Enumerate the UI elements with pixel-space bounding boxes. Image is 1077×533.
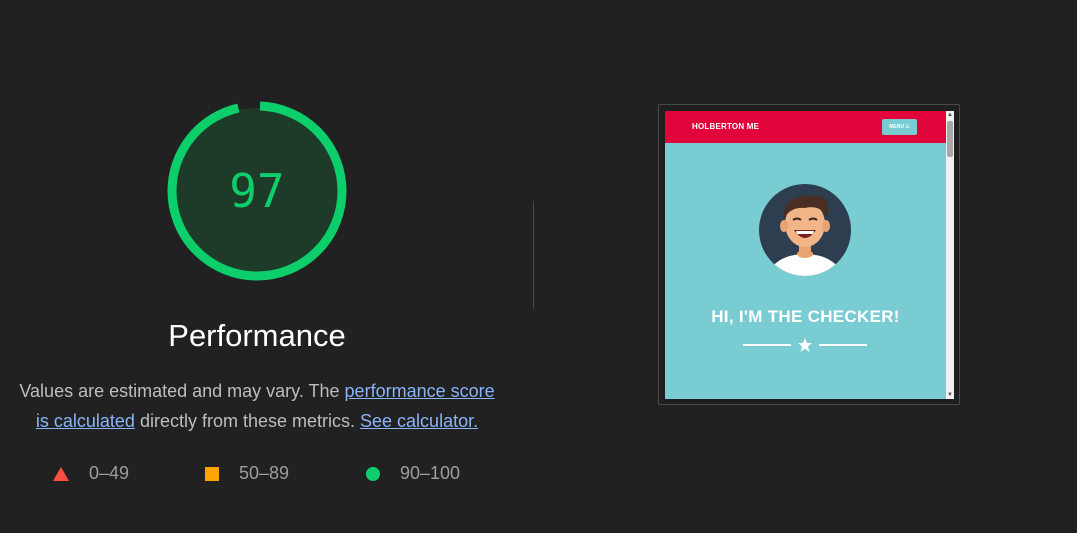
legend-item-pass: 90–100	[366, 463, 460, 484]
description-text-1: Values are estimated and may vary. The	[19, 381, 345, 401]
score-legend: 0–49 50–89 90–100	[0, 463, 520, 485]
see-calculator-link[interactable]: See calculator.	[360, 411, 478, 431]
score-description: Values are estimated and may vary. The p…	[14, 376, 500, 436]
scroll-thumb[interactable]	[947, 121, 953, 157]
scroll-up-icon[interactable]: ▲	[946, 111, 954, 119]
star-icon	[798, 338, 812, 352]
vertical-divider	[533, 201, 534, 309]
legend-range-fail: 0–49	[89, 463, 130, 483]
site-navbar: HOLBERTON ME MENU ☰	[665, 111, 946, 143]
performance-score: 97	[229, 164, 285, 218]
divider-line-right	[819, 344, 867, 346]
site-brand: HOLBERTON ME	[692, 122, 760, 131]
square-icon	[205, 466, 219, 481]
legend-item-average: 50–89	[205, 463, 289, 484]
legend-range-average: 50–89	[239, 463, 290, 483]
scrollbar[interactable]: ▲ ▼	[946, 111, 954, 399]
triangle-icon	[53, 466, 69, 481]
hero-title: HI, I'M THE CHECKER!	[711, 307, 900, 326]
legend-range-pass: 90–100	[400, 463, 461, 483]
description-text-2: directly from these metrics.	[134, 411, 361, 431]
menu-button: MENU ☰	[882, 119, 917, 135]
avatar-illustration	[759, 184, 851, 276]
hero-divider	[743, 337, 867, 353]
legend-item-fail: 0–49	[53, 463, 129, 484]
final-screenshot[interactable]: HOLBERTON ME MENU ☰ HI, I'M THE CHECKER!…	[658, 104, 960, 405]
scroll-down-icon[interactable]: ▼	[946, 391, 954, 399]
category-title: Performance	[168, 318, 346, 353]
divider-line-left	[743, 344, 791, 346]
screenshot-viewport: HOLBERTON ME MENU ☰ HI, I'M THE CHECKER!…	[665, 111, 954, 399]
performance-gauge: 97	[166, 100, 348, 282]
lighthouse-report: 97 Performance Values are estimated and …	[0, 0, 1077, 533]
circle-icon	[366, 466, 380, 481]
